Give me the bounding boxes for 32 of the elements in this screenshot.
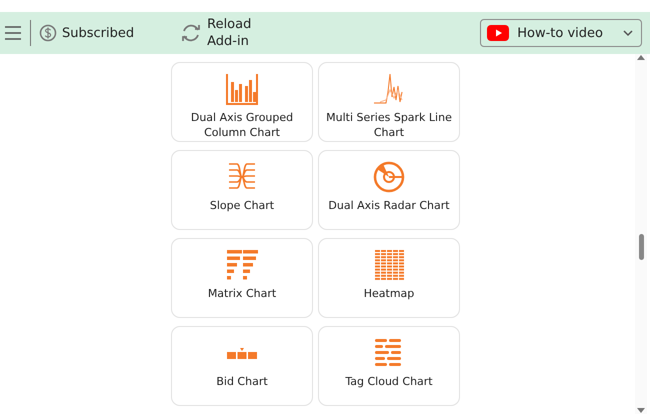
scrollbar-thumb[interactable] bbox=[638, 234, 644, 260]
radar-chart-icon bbox=[372, 160, 406, 194]
heatmap-icon bbox=[372, 248, 406, 282]
bid-chart-icon bbox=[227, 348, 257, 359]
chart-type-card[interactable]: Matrix Chart bbox=[171, 238, 313, 318]
chart-type-label: Dual Axis Radar Chart bbox=[328, 198, 450, 213]
chart-type-label: Matrix Chart bbox=[208, 286, 276, 301]
matrix-chart-icon bbox=[225, 248, 259, 282]
play-logo-icon bbox=[487, 25, 510, 41]
chart-type-label: Tag Cloud Chart bbox=[345, 374, 433, 389]
chart-type-label: Heatmap bbox=[364, 286, 414, 301]
chart-type-card[interactable]: Bid Chart bbox=[171, 326, 313, 406]
reload-add-in-button[interactable]: Reload Add-in bbox=[178, 14, 254, 52]
chart-type-card[interactable]: Dual Axis Radar Chart bbox=[318, 150, 460, 230]
subscription-button[interactable]: Subscribed bbox=[37, 22, 136, 44]
chart-type-card[interactable]: Heatmap bbox=[318, 238, 460, 318]
chart-type-label: Multi Series Spark Line Chart bbox=[325, 110, 453, 140]
scrollbar[interactable] bbox=[635, 54, 647, 414]
chart-type-card[interactable]: Dual Axis Grouped Column Chart bbox=[171, 62, 313, 142]
chart-type-label: Slope Chart bbox=[210, 198, 274, 213]
chart-type-label: Bid Chart bbox=[216, 374, 268, 389]
refresh-icon bbox=[180, 22, 202, 44]
dollar-coin-icon bbox=[39, 24, 57, 42]
chart-type-card[interactable]: Slope Chart bbox=[171, 150, 313, 230]
chart-type-card[interactable]: Multi Series Spark Line Chart bbox=[318, 62, 460, 142]
how-to-video-dropdown[interactable]: How-to video bbox=[480, 19, 642, 47]
menu-icon bbox=[4, 25, 22, 41]
menu-button[interactable] bbox=[2, 23, 24, 43]
chart-type-card[interactable]: Tag Cloud Chart bbox=[318, 326, 460, 406]
chart-type-label: Dual Axis Grouped Column Chart bbox=[190, 110, 294, 140]
scroll-down-icon bbox=[637, 408, 645, 414]
column-chart-icon bbox=[225, 72, 259, 106]
